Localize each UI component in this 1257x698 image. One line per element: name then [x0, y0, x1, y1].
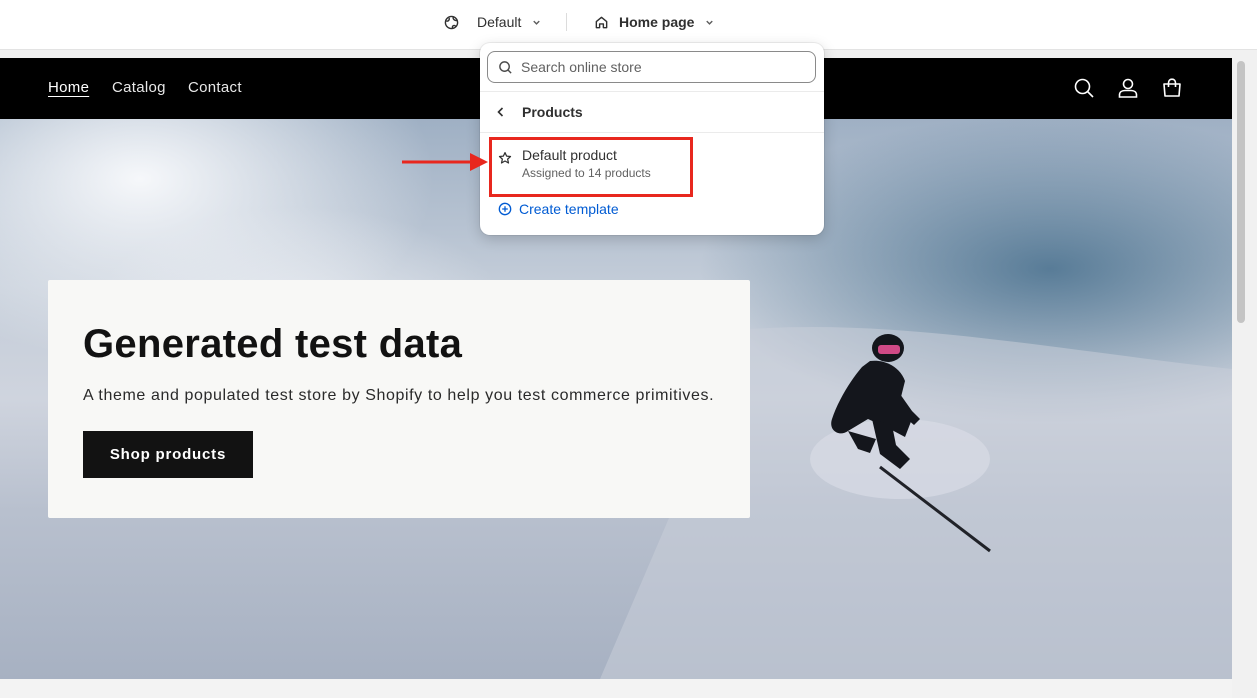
nav-contact-link[interactable]: Contact	[188, 79, 242, 96]
nav-home-link[interactable]: Home	[48, 79, 89, 96]
page-selector-label: Home page	[619, 14, 695, 30]
next-section	[0, 679, 1232, 698]
preview-scrollbar-thumb[interactable]	[1237, 61, 1245, 323]
search-icon[interactable]	[1072, 76, 1096, 100]
back-to-products[interactable]: Products	[494, 101, 583, 123]
chevron-down-icon	[533, 20, 541, 25]
search-icon	[499, 60, 512, 74]
hero-content-card: Generated test data A theme and populate…	[48, 280, 750, 518]
bar-divider	[566, 13, 567, 31]
globe-icon	[444, 15, 459, 29]
account-icon[interactable]	[1116, 76, 1140, 100]
hero-subtitle: A theme and populated test store by Shop…	[83, 387, 715, 404]
theme-selector[interactable]: Default	[444, 10, 542, 34]
create-template-label: Create template	[519, 201, 619, 217]
search-input[interactable]	[521, 59, 801, 75]
theme-selector-label: Default	[477, 14, 522, 30]
chevron-left-icon	[497, 107, 504, 117]
plus-circle-icon	[498, 202, 512, 216]
hero-title: Generated test data	[83, 322, 463, 366]
divider	[480, 132, 824, 133]
page-selector[interactable]: Home page	[594, 10, 715, 34]
annotation-arrow	[402, 153, 488, 171]
chevron-down-icon	[706, 20, 714, 25]
section-title: Products	[522, 104, 583, 120]
nav-catalog-link[interactable]: Catalog	[112, 79, 166, 96]
shop-products-button[interactable]: Shop products	[83, 431, 253, 478]
home-icon	[595, 16, 608, 28]
search-field[interactable]	[487, 51, 816, 83]
cart-icon[interactable]	[1160, 76, 1184, 100]
create-template-link[interactable]: Create template	[498, 201, 619, 217]
annotation-highlight-box	[489, 137, 693, 197]
divider	[480, 91, 824, 92]
